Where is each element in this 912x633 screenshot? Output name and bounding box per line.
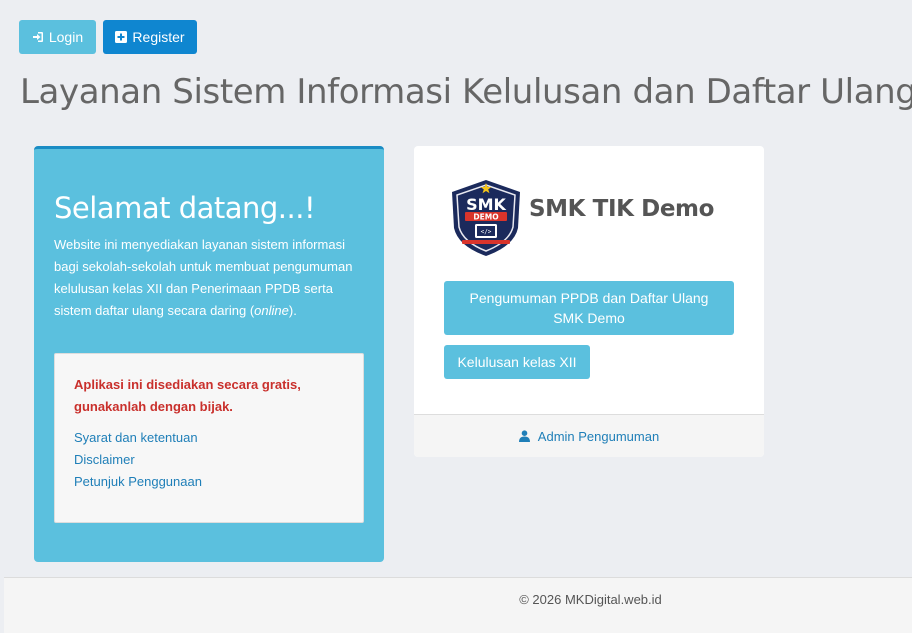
graduation-button[interactable]: Kelulusan kelas XII <box>444 345 590 379</box>
free-usage-warning: Aplikasi ini disediakan secara gratis, g… <box>74 377 301 414</box>
notice-box: Aplikasi ini disediakan secara gratis, g… <box>54 353 364 523</box>
register-label: Register <box>132 29 185 45</box>
ppdb-announcement-button[interactable]: Pengumuman PPDB dan Daftar Ulang SMK Dem… <box>444 281 734 335</box>
register-button[interactable]: Register <box>103 20 197 54</box>
page-footer: © 2026 MKDigital.web.id <box>4 577 912 633</box>
online-emphasis: online <box>254 303 289 318</box>
welcome-panel: Selamat datang...! Website ini menyediak… <box>34 146 384 562</box>
sign-in-icon <box>32 31 44 43</box>
plus-square-icon <box>115 31 128 43</box>
svg-text:</>: </> <box>481 229 492 236</box>
user-icon <box>518 430 530 442</box>
info-links: Syarat dan ketentuan Disclaimer Petunjuk… <box>74 427 344 493</box>
logo-text: SMK <box>466 195 506 214</box>
copyright-text: © 2026 MKDigital.web.id <box>519 592 662 607</box>
usage-guide-link[interactable]: Petunjuk Penggunaan <box>74 471 344 493</box>
school-card: SMK DEMO </> SMK TIK Demo Pengumuman PPD… <box>414 146 764 457</box>
admin-announcement-label: Admin Pengumuman <box>537 428 660 444</box>
terms-link[interactable]: Syarat dan ketentuan <box>74 427 344 449</box>
welcome-heading: Selamat datang...! <box>54 191 316 225</box>
top-navigation: Login Register <box>19 20 197 54</box>
login-label: Login <box>48 29 84 45</box>
school-name: SMK TIK Demo <box>529 196 715 222</box>
admin-announcement-link[interactable]: Admin Pengumuman <box>414 414 764 457</box>
welcome-description: Website ini menyediakan layanan sistem i… <box>54 237 353 318</box>
page-title: Layanan Sistem Informasi Kelulusan dan D… <box>20 72 912 112</box>
logo-subtext: DEMO <box>473 213 498 222</box>
disclaimer-link[interactable]: Disclaimer <box>74 449 344 471</box>
school-logo: SMK DEMO </> <box>448 178 524 258</box>
login-button[interactable]: Login <box>19 20 96 54</box>
